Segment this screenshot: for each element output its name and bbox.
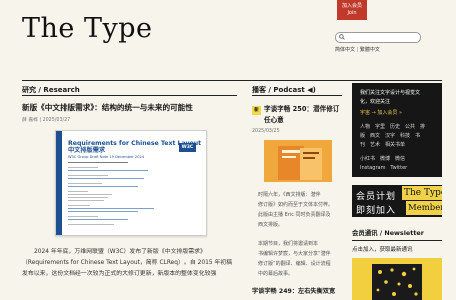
sidebar-about-panel: 我们关注文字设计与视觉文 化，欢迎关注 宇宙 → 加入会员 » 人物 字里 历史… xyxy=(352,83,442,177)
book-cover-illustration xyxy=(264,140,332,182)
podcast-date: 2025/03/25 xyxy=(252,129,280,134)
promo-line-1: 会员计划 xyxy=(356,192,397,202)
doc-text-line xyxy=(68,162,128,164)
podcast-desc-line: 修订版》如约而至于文体本付梓。 xyxy=(258,202,334,208)
sidebar-intro-line: 我们关注文字设计与视觉文 xyxy=(360,90,421,96)
join-button-label-en: Join xyxy=(347,10,357,16)
language-switcher: 简体中文 | 繁體中文 xyxy=(335,46,380,53)
podcast-desc-line: 此版由主播 Eric 同时负责翻译及 xyxy=(258,212,331,218)
podcast-description: 时隔六年，《西文排版：潜伴 修订版》如约而至于文体本付梓。 此版由主播 Eric… xyxy=(258,190,342,279)
podcast-desc-line: 时隔六年，《西文排版：潜伴 xyxy=(258,192,321,198)
new-badge: 新 xyxy=(252,106,261,115)
podcast-desc-line: 西文排版。 xyxy=(258,222,284,228)
promo-members-label: Members xyxy=(406,201,442,215)
doc-text-line xyxy=(68,205,90,207)
w3c-logo: W3C xyxy=(179,143,196,152)
doc-text-line xyxy=(68,194,112,196)
promo-brand-name: The Type xyxy=(402,186,442,200)
join-button-label-zh: 加入会员 xyxy=(341,3,362,9)
article-meta: 薛 嘉桦 | 2025/03/27 xyxy=(22,118,71,123)
podcast-next-episode-title[interactable]: 字谈字畅 249：左右失衡双宽 xyxy=(252,286,335,295)
search-icon xyxy=(339,34,345,40)
newsletter-divider xyxy=(352,240,442,241)
research-section-title[interactable]: 研究 / Research xyxy=(22,85,80,95)
doc-text-line xyxy=(68,186,138,188)
sidebar-tags-line[interactable]: 版 西文 汉字 科技 书 xyxy=(360,132,420,139)
newsletter-description[interactable]: 点击加入，获取最新通讯 xyxy=(352,245,413,253)
lang-separator: | xyxy=(356,47,359,53)
podcast-desc-line: 中的幕后故事。 xyxy=(258,271,294,277)
doc-subtitle: W3C Group Draft Note 19 December 2024 xyxy=(68,155,145,159)
podcast-episode-title[interactable]: 字谈字畅 250：潜伴修订任心意 xyxy=(264,104,344,126)
podcast-divider xyxy=(252,95,342,96)
newsletter-illustration xyxy=(352,258,442,300)
newsletter-section-title[interactable]: 会员通讯 / Newsletter xyxy=(352,228,424,237)
doc-text-line xyxy=(68,224,114,226)
membership-promo-banner[interactable]: 会员计划 即刻加入 The Type Members xyxy=(352,185,442,217)
podcast-desc-line: 修订版”的翻译、编辑、设计流程 xyxy=(258,261,331,267)
doc-text-line xyxy=(68,197,108,199)
doc-text-line xyxy=(68,175,108,177)
lang-simplified-link[interactable]: 简体中文 xyxy=(335,47,355,53)
article-title[interactable]: 新版《中文排版需求》：结构的统一与未来的可能性 xyxy=(22,102,193,113)
sidebar-intro-line: 化，欢迎关注 xyxy=(360,99,391,105)
excerpt-line: 2024 年年底，万维网联盟（W3C）发布了新版《中文排版需求》 xyxy=(34,249,206,255)
podcast-section-title[interactable]: 播客 / Podcast ◀) xyxy=(252,85,316,95)
doc-text-line xyxy=(68,178,144,180)
doc-side-bar xyxy=(56,131,62,235)
doc-text-line xyxy=(68,200,104,202)
sidebar-tags-line[interactable]: 刊 艺术 相关书单 xyxy=(360,141,405,148)
podcast-desc-line: 本期节目，我们将邀请到本 xyxy=(258,241,319,247)
search-input[interactable] xyxy=(335,32,421,43)
podcast-cover-image[interactable] xyxy=(264,140,332,182)
doc-text-line xyxy=(68,219,128,221)
article-cover-image[interactable]: Requirements for Chinese Text Layout 中文排… xyxy=(55,130,207,236)
join-button[interactable]: 加入会员 Join xyxy=(337,0,367,20)
newsletter-cover-image[interactable] xyxy=(352,258,442,300)
sidebar-social-line[interactable]: 小红书 微博 微信 xyxy=(360,155,405,162)
doc-text-line xyxy=(68,208,154,210)
sidebar-social-line[interactable]: Instagram Twitter xyxy=(360,164,407,171)
site-title[interactable]: The Type xyxy=(22,12,152,46)
doc-text-line xyxy=(68,167,98,169)
promo-line-2: 即刻加入 xyxy=(356,206,397,216)
doc-text-line xyxy=(68,170,148,172)
excerpt-line: （Requirements for Chinese Text Layout，简称… xyxy=(22,260,233,266)
podcast-desc-line: 书编辑许梦宸，与大家分享“潜伴 xyxy=(258,251,331,257)
doc-text-line xyxy=(68,216,98,218)
doc-text-line xyxy=(68,191,88,193)
lang-traditional-link[interactable]: 繁體中文 xyxy=(360,47,380,53)
excerpt-line: 发布以来，这份文档经一次较为正式的大修订更新，新版本的整体变化较强 xyxy=(22,271,217,277)
sidebar-join-link[interactable]: 宇宙 → 加入会员 » xyxy=(360,109,402,116)
doc-text-line xyxy=(68,183,102,185)
doc-title-zh: 中文排版需求 xyxy=(68,147,106,154)
research-divider xyxy=(22,95,237,96)
doc-text-line xyxy=(68,211,138,213)
header-divider xyxy=(22,80,442,81)
article-excerpt: 2024 年年底，万维网联盟（W3C）发布了新版《中文排版需求》 （Requir… xyxy=(22,247,240,280)
sidebar-tags-line[interactable]: 人物 字里 历史 公共 排 xyxy=(360,123,425,130)
